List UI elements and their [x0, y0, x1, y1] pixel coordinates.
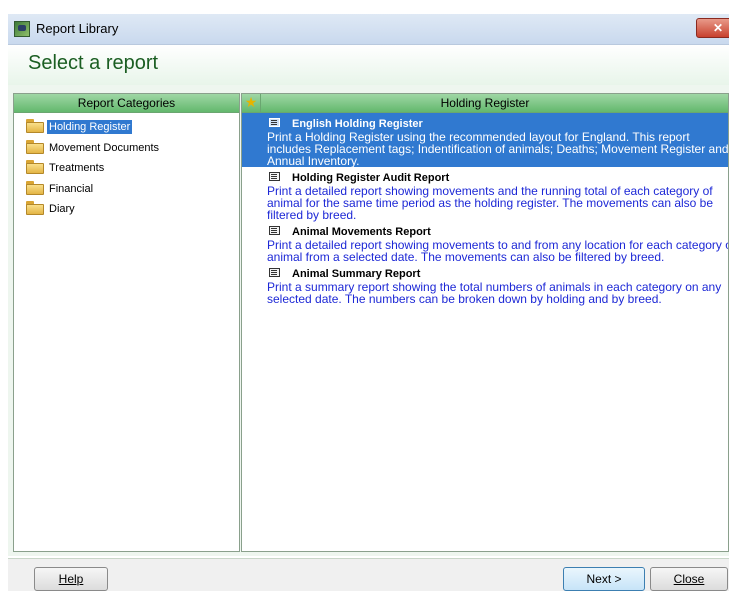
- report-scroll-icon: [268, 225, 282, 237]
- header-band: Select a report: [8, 45, 729, 85]
- category-label: Movement Documents: [49, 141, 160, 154]
- category-label: Diary: [49, 203, 75, 215]
- header-divider: [260, 94, 261, 112]
- report-description: Print a summary report showing the total…: [267, 280, 722, 306]
- help-button[interactable]: Help: [34, 567, 108, 591]
- categories-panel: Report Categories Holding Register Movem…: [13, 93, 240, 552]
- folder-icon: [26, 139, 44, 154]
- categories-header: Report Categories: [14, 94, 239, 113]
- category-label: Holding Register: [47, 120, 133, 134]
- reports-header-label: Holding Register: [440, 96, 530, 110]
- report-item-english-holding-register[interactable]: English Holding Register Print a Holding…: [242, 113, 728, 167]
- reports-panel: ★ Holding Register English Holding Regis…: [241, 93, 729, 552]
- category-item-financial[interactable]: Financial: [14, 179, 239, 200]
- report-scroll-icon: [268, 171, 282, 183]
- window-title: Report Library: [36, 21, 119, 36]
- report-description: Print a detailed report showing movement…: [267, 238, 729, 264]
- window-close-button[interactable]: ✕: [696, 18, 729, 38]
- report-title: Animal Summary Report: [292, 268, 421, 280]
- report-scroll-icon: [268, 267, 282, 279]
- report-title: Holding Register Audit Report: [292, 172, 450, 184]
- report-description: Print a Holding Register using the recom…: [267, 130, 729, 168]
- report-item-holding-register-audit[interactable]: Holding Register Audit Report Print a de…: [242, 167, 728, 221]
- app-icon: [14, 21, 30, 37]
- report-list: English Holding Register Print a Holding…: [242, 113, 728, 305]
- reports-header: ★ Holding Register: [242, 94, 728, 113]
- category-list: Holding Register Movement Documents Trea…: [14, 113, 239, 220]
- close-button[interactable]: Close: [650, 567, 728, 591]
- category-item-movement-documents[interactable]: Movement Documents: [14, 138, 239, 159]
- folder-icon: [26, 160, 44, 174]
- category-label: Financial: [49, 182, 94, 195]
- report-description: Print a detailed report showing movement…: [267, 184, 714, 222]
- title-bar: Report Library ✕: [8, 14, 729, 45]
- folder-icon: [26, 119, 44, 133]
- report-item-animal-movements[interactable]: Animal Movements Report Print a detailed…: [242, 221, 728, 263]
- folder-icon: [26, 201, 44, 215]
- report-title: English Holding Register: [292, 118, 423, 130]
- report-title: Animal Movements Report: [292, 226, 431, 238]
- button-bar: Help Next > Close: [8, 559, 729, 591]
- folder-icon: [26, 180, 44, 195]
- content-area: Report Categories Holding Register Movem…: [8, 85, 729, 556]
- page-title: Select a report: [28, 52, 159, 74]
- report-scroll-icon: [268, 117, 282, 129]
- category-item-treatments[interactable]: Treatments: [14, 158, 239, 179]
- report-item-animal-summary[interactable]: Animal Summary Report Print a summary re…: [242, 263, 728, 305]
- star-icon[interactable]: ★: [244, 95, 258, 109]
- category-label: Treatments: [49, 162, 105, 174]
- next-button[interactable]: Next >: [563, 567, 645, 591]
- category-item-diary[interactable]: Diary: [14, 199, 239, 220]
- category-item-holding-register[interactable]: Holding Register: [14, 117, 239, 138]
